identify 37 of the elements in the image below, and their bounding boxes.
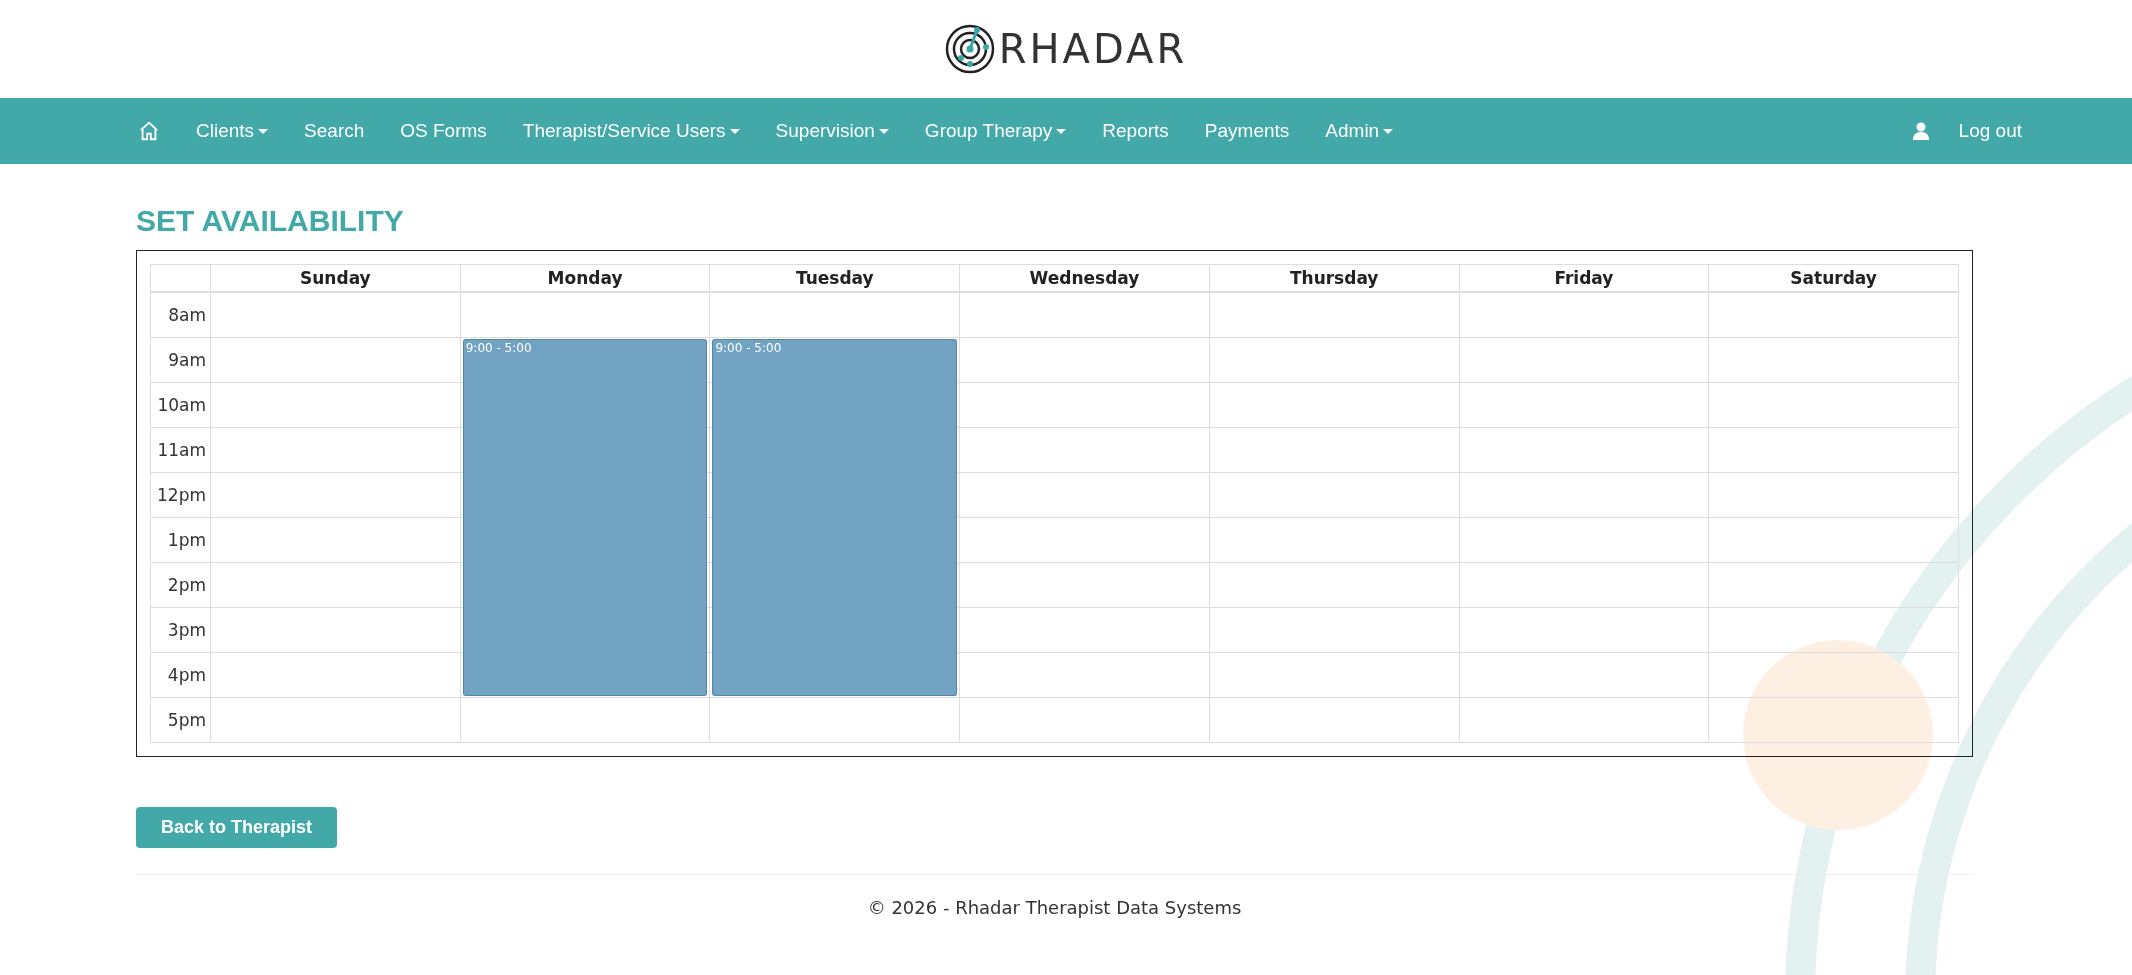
time-label: 12pm [151,473,211,518]
day-header: Monday [460,265,711,293]
logo-text: RHADAR [998,26,1188,72]
time-label: 9am [151,338,211,383]
nav-link[interactable]: Admin [1325,120,1394,142]
day-header: Sunday [211,265,461,293]
time-label: 10am [151,383,211,428]
time-label: 2pm [151,563,211,608]
day-header: Thursday [1209,265,1460,293]
nav-link[interactable]: Payments [1204,120,1290,142]
nav-link[interactable]: Search [304,120,365,142]
user-icon [1912,122,1929,140]
nav-link[interactable]: Clients [196,120,269,142]
availability-event[interactable]: 9:00 - 5:00 [712,339,958,383]
page-title: SET AVAILABILITY [136,204,405,238]
time-label: 1pm [151,518,211,563]
radar-icon [944,24,995,74]
day-header: Tuesday [710,265,961,293]
day-header: Wednesday [960,265,1210,293]
back-button[interactable]: Back to Therapist [136,807,338,848]
nav-link[interactable]: Group Therapy [924,120,1067,142]
home-link[interactable] [138,120,160,142]
day-header: Friday [1459,265,1710,293]
time-label: 11am [151,428,211,473]
availability-event[interactable]: 9:00 - 5:00 [462,339,708,383]
time-label: 4pm [151,653,211,698]
time-label: 3pm [151,608,211,653]
nav-link[interactable]: OS Forms [400,120,487,142]
footer-text: © 2026 - Rhadar Therapist Data Systems [866,897,1243,918]
logout-link[interactable]: Log out [1958,120,2022,142]
nav-link[interactable]: Supervision [775,120,889,142]
time-label: 8am [151,293,211,338]
time-label: 5pm [151,698,211,743]
nav-link[interactable]: Reports [1102,120,1169,142]
day-header: Saturday [1709,265,1959,293]
home-icon [138,120,160,142]
nav-link[interactable]: Therapist/Service Users [522,120,740,142]
